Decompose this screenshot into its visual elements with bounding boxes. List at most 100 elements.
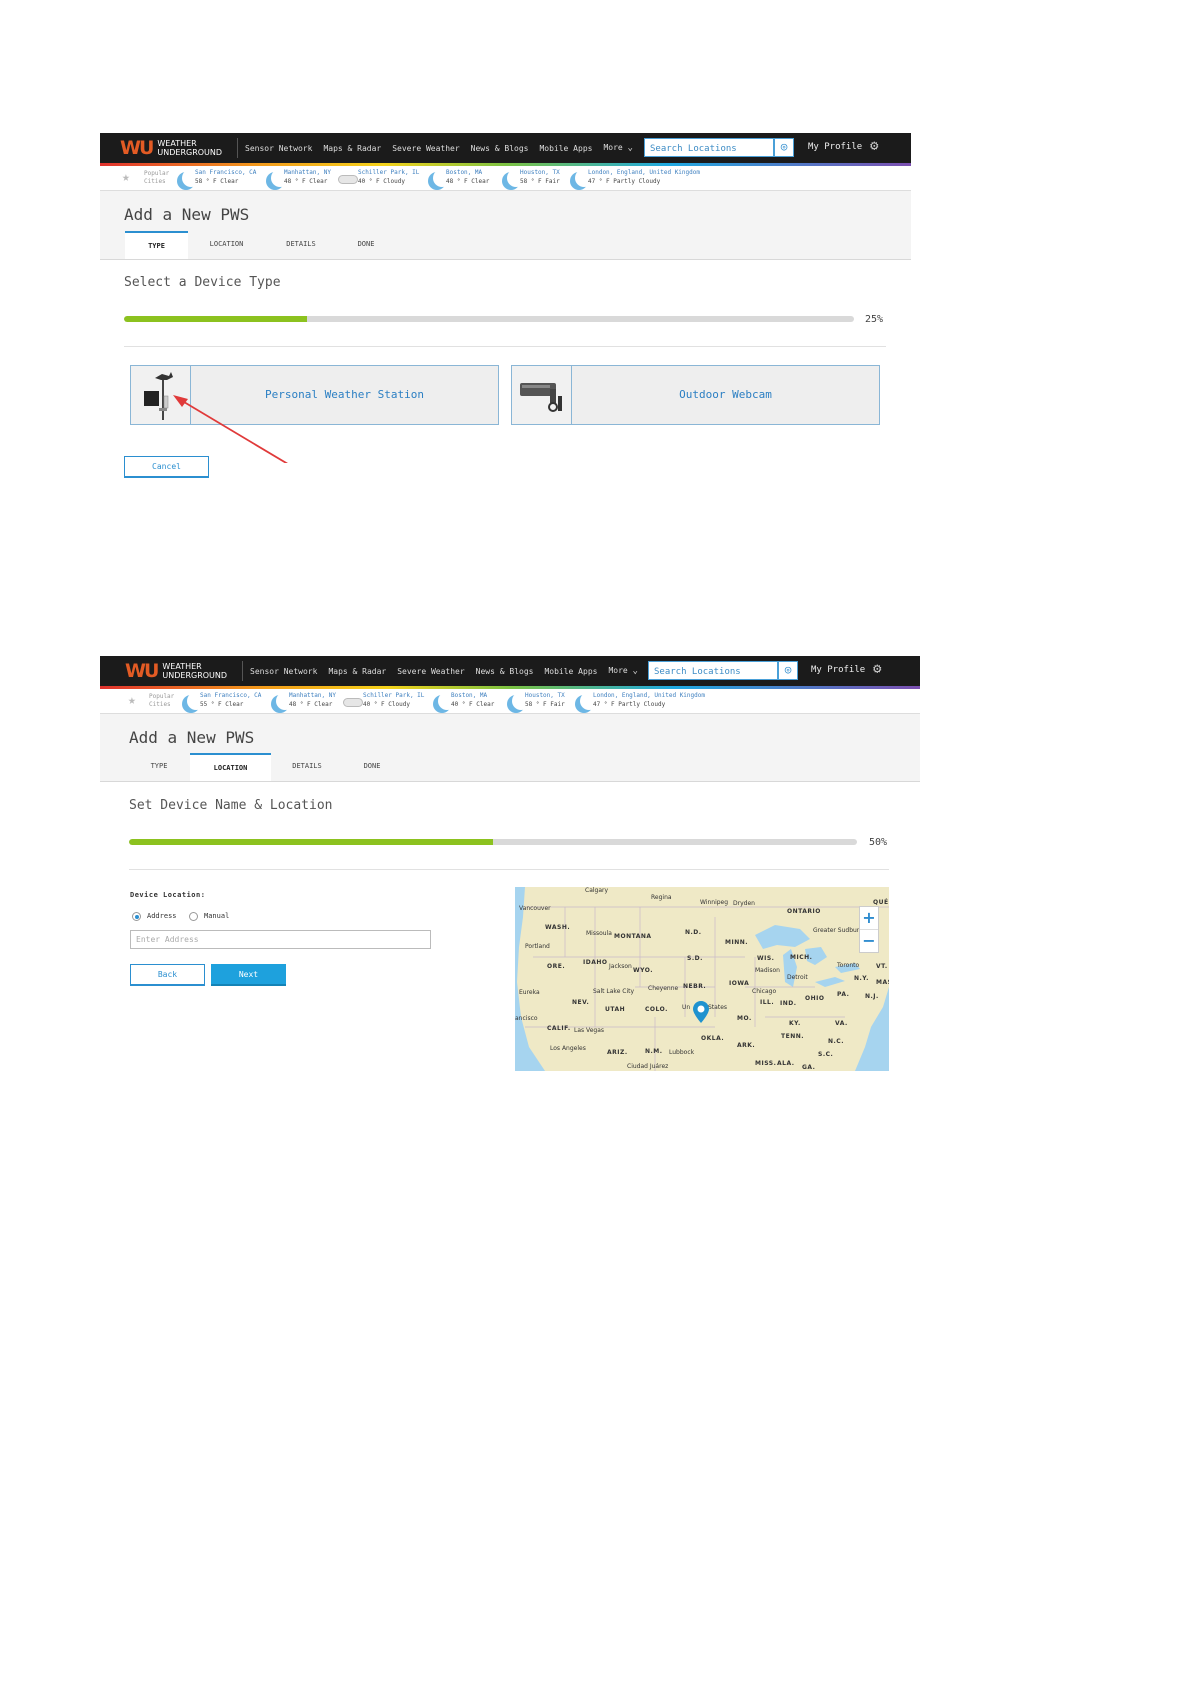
map-place-label: N.Y.: [854, 975, 869, 982]
step-subtitle: Set Device Name & Location: [129, 798, 333, 813]
map-place-label: Dryden: [733, 900, 755, 907]
map-place-label: Cheyenne: [648, 985, 679, 992]
map-place-label: CALIF.: [547, 1025, 571, 1032]
city-temp: 40 ° F Cloudy: [363, 701, 410, 708]
wu-logo[interactable]: WU WEATHER UNDERGROUND: [125, 659, 227, 683]
map-place-label: ancisco: [515, 1015, 538, 1022]
map-place-label: GA.: [802, 1064, 816, 1071]
annotation-arrow-line: [178, 398, 288, 463]
map-place-label: Detroit: [787, 974, 808, 981]
city-name: Houston, TX: [525, 692, 565, 699]
screenshot-step-type: WU WEATHER UNDERGROUND Sensor Network Map…: [100, 133, 911, 478]
map-pin-icon[interactable]: [692, 1001, 710, 1023]
tab-done[interactable]: DONE: [343, 753, 401, 781]
popular-label-line2: Cities: [149, 701, 171, 708]
city-temp: 47 ° F Partly Cloudy: [593, 701, 666, 708]
map-place-label: OKLA.: [701, 1035, 725, 1042]
nav-severe-weather[interactable]: Severe Weather: [397, 667, 464, 676]
map-place-label: ORE.: [547, 963, 566, 970]
nav-more[interactable]: More ⌄: [608, 666, 638, 676]
map-place-label: NEBR.: [683, 983, 707, 990]
moon-icon: [269, 692, 289, 712]
city-name: Manhattan, NY: [289, 692, 336, 699]
map-place-label: NEV.: [572, 999, 590, 1006]
my-profile-link[interactable]: My Profile: [811, 665, 865, 675]
map-place-label: IND.: [780, 1000, 797, 1007]
locate-icon[interactable]: ◎: [778, 661, 798, 680]
zoom-out-button[interactable]: −: [860, 930, 878, 952]
back-button[interactable]: Back: [130, 964, 205, 986]
city-name: San Francisco, CA: [200, 692, 262, 699]
map-place-label: MAS: [876, 979, 889, 986]
page-title: Add a New PWS: [129, 728, 255, 747]
city-name: Schiller Park, IL: [363, 692, 425, 699]
map-place-label: Chicago: [752, 988, 777, 995]
tab-type[interactable]: TYPE: [128, 753, 190, 781]
moon-cloud-icon: [505, 692, 525, 712]
map-place-label: WYO.: [633, 967, 653, 974]
map-place-label: Madison: [755, 967, 780, 974]
nav-mobile-apps[interactable]: Mobile Apps: [544, 667, 597, 676]
radio-address-label: Address: [147, 912, 177, 920]
map-place-label: IOWA: [729, 980, 750, 987]
moon-icon: [431, 692, 451, 712]
map-place-label: Un: [682, 1004, 691, 1011]
map-place-label: Ciudad Juárez: [627, 1063, 669, 1070]
map-place-label: Winnipeg: [700, 899, 729, 906]
map-place-label: TENN.: [781, 1033, 805, 1040]
map-place-label: Salt Lake City: [593, 988, 635, 995]
map-place-label: Vancouver: [519, 905, 551, 912]
logo-mark: WU: [125, 660, 159, 682]
address-input[interactable]: Enter Address: [130, 930, 431, 949]
map-place-label: N.J.: [865, 993, 879, 1000]
map-place-label: N.M.: [645, 1048, 663, 1055]
popular-cities-label: Popular Cities: [149, 693, 174, 709]
map-place-label: Missoula: [586, 930, 612, 937]
next-button[interactable]: Next: [211, 964, 286, 986]
map-place-label: MISS.: [755, 1060, 777, 1067]
map-place-label: Portland: [525, 943, 550, 950]
map-place-label: VA.: [835, 1020, 848, 1027]
map-place-label: UTAH: [605, 1006, 626, 1013]
gear-icon[interactable]: ⚙: [873, 661, 881, 677]
annotation-arrow-head: [173, 395, 188, 407]
map-place-label: KY.: [789, 1020, 801, 1027]
city-temp: 40 ° F Clear: [451, 701, 495, 708]
radio-manual[interactable]: [189, 912, 198, 921]
nav-sensor-network[interactable]: Sensor Network: [250, 667, 317, 676]
progress-percent: 50%: [869, 837, 888, 848]
radio-address[interactable]: [132, 912, 141, 921]
device-location-label: Device Location:: [130, 891, 206, 899]
city-temp: 55 ° F Clear: [200, 701, 244, 708]
cloud-shape: [343, 698, 363, 707]
map-place-label: Lubbock: [669, 1049, 695, 1056]
moon-cloud-icon: [573, 692, 593, 712]
zoom-in-button[interactable]: +: [860, 907, 878, 930]
map-place-label: QUÉE: [873, 899, 889, 906]
tab-location[interactable]: LOCATION: [190, 753, 271, 781]
location-map[interactable]: Calgary Regina Winnipeg Dryden Vancouver WASH…: [515, 887, 889, 1071]
tab-details[interactable]: DETAILS: [271, 753, 343, 781]
map-place-label: WASH.: [545, 924, 571, 931]
map-place-label: MO.: [737, 1015, 752, 1022]
zoom-control: + −: [859, 906, 879, 953]
top-navigation-bar: WU WEATHER UNDERGROUND Sensor Network Map…: [100, 656, 920, 686]
map-place-label: Calgary: [585, 887, 609, 894]
map-place-label: Regina: [651, 894, 672, 901]
map-place-label: MINN.: [725, 939, 749, 946]
map-place-label: ALA.: [777, 1060, 795, 1067]
map-place-label: Las Vegas: [574, 1027, 604, 1034]
chevron-down-icon: ⌄: [632, 666, 638, 676]
nav-maps-radar[interactable]: Maps & Radar: [328, 667, 386, 676]
city-name: London, England, United Kingdom: [593, 692, 705, 699]
map-place-label: MONTANA: [614, 933, 652, 940]
map-place-label: Toronto: [837, 962, 860, 969]
star-icon[interactable]: ★: [128, 693, 136, 708]
search-input[interactable]: Search Locations: [648, 661, 778, 680]
map-place-label: S.C.: [818, 1051, 834, 1058]
nav-news-blogs[interactable]: News & Blogs: [476, 667, 534, 676]
map-place-label: S.D.: [687, 955, 703, 962]
map-place-label: ONTARIO: [787, 908, 821, 915]
logo-line2: UNDERGROUND: [162, 671, 228, 680]
nav-divider: [242, 661, 243, 681]
